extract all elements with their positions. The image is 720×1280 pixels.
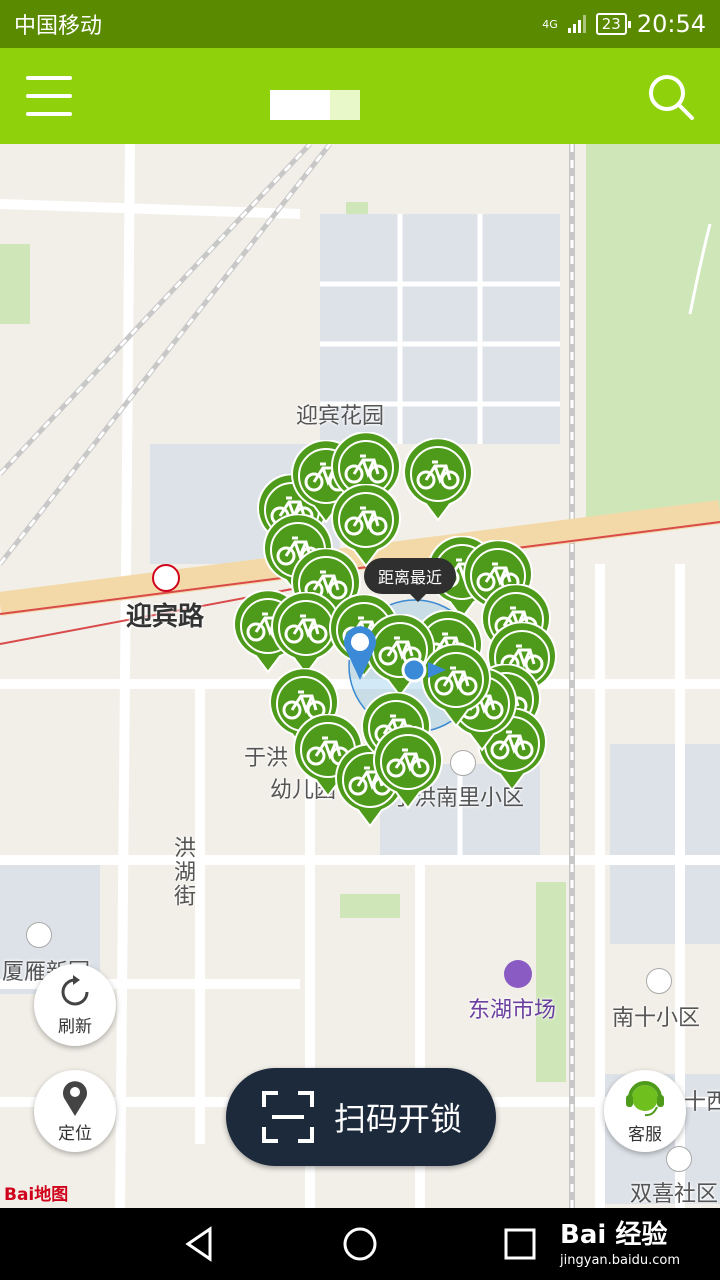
map-label-yingbin-road: 迎宾路 [126, 602, 205, 632]
customer-service-button[interactable]: 客服 [604, 1070, 686, 1152]
poi-building-icon [26, 922, 52, 948]
location-pin-icon [63, 1080, 87, 1116]
poi-building-icon [666, 1146, 692, 1172]
nearest-tooltip: 距离最近 [364, 558, 457, 602]
app-title [270, 90, 360, 120]
watermark-sub: jingyan.baidu.com [560, 1253, 680, 1268]
watermark: Bai 经验 jingyan.baidu.com [560, 1214, 680, 1268]
menu-button[interactable] [26, 74, 74, 118]
carrier-name: 中国移动 [14, 14, 103, 39]
map-label-yingbin-garden: 迎宾花园 [296, 404, 385, 429]
metro-station-icon [152, 564, 180, 592]
map-label-nanshi: 南十小区 [612, 1006, 701, 1031]
baidu-map-logo: Bai地图 [4, 1185, 69, 1205]
map-label-shixi: 十西 [684, 1090, 720, 1115]
signal-icon [567, 15, 586, 33]
network-type: 4G [542, 17, 558, 31]
status-bar: 中国移动 4G 23 20:54 [0, 0, 720, 48]
customer-service-label: 客服 [628, 1124, 662, 1145]
recents-icon[interactable] [500, 1224, 540, 1264]
locate-button[interactable]: 定位 [34, 1070, 116, 1152]
poi-building-icon [450, 750, 476, 776]
map-label-shuangxi: 双喜社区 [630, 1182, 719, 1207]
headset-icon [626, 1080, 664, 1116]
scan-icon [262, 1091, 314, 1143]
destination-pin-icon [344, 626, 376, 680]
battery-icon: 23 [595, 13, 631, 35]
my-location-icon [401, 657, 446, 683]
bike-pin[interactable] [372, 726, 444, 810]
home-icon[interactable] [340, 1224, 380, 1264]
poi-building-icon [646, 968, 672, 994]
refresh-button[interactable]: 刷新 [34, 964, 116, 1046]
bike-pin[interactable] [402, 438, 474, 522]
search-button[interactable] [646, 72, 696, 122]
watermark-main: Bai 经验 [560, 1220, 668, 1250]
refresh-label: 刷新 [58, 1016, 92, 1037]
map-label-donghu-market: 东湖市场 [468, 998, 557, 1023]
clock: 20:54 [636, 10, 706, 38]
back-icon[interactable] [180, 1224, 220, 1264]
locate-label: 定位 [58, 1123, 92, 1144]
system-nav-bar: Bai 经验 jingyan.baidu.com [0, 1208, 720, 1280]
refresh-icon [61, 974, 89, 1005]
map-label-honghu-street: 洪湖街 [170, 836, 195, 908]
app-header [0, 48, 720, 144]
menu-icon [26, 76, 72, 80]
map-view[interactable]: 迎宾花园 迎宾路 于洪 幼儿园 于洪南里小区 洪湖街 厦雁新园 东湖市场 南十小… [0, 144, 720, 1208]
shopping-icon [504, 960, 532, 988]
scan-unlock-button[interactable]: 扫码开锁 [226, 1068, 496, 1166]
search-icon [649, 75, 694, 120]
status-icons: 4G 23 20:54 [542, 10, 706, 38]
scan-unlock-label: 扫码开锁 [334, 1100, 463, 1138]
